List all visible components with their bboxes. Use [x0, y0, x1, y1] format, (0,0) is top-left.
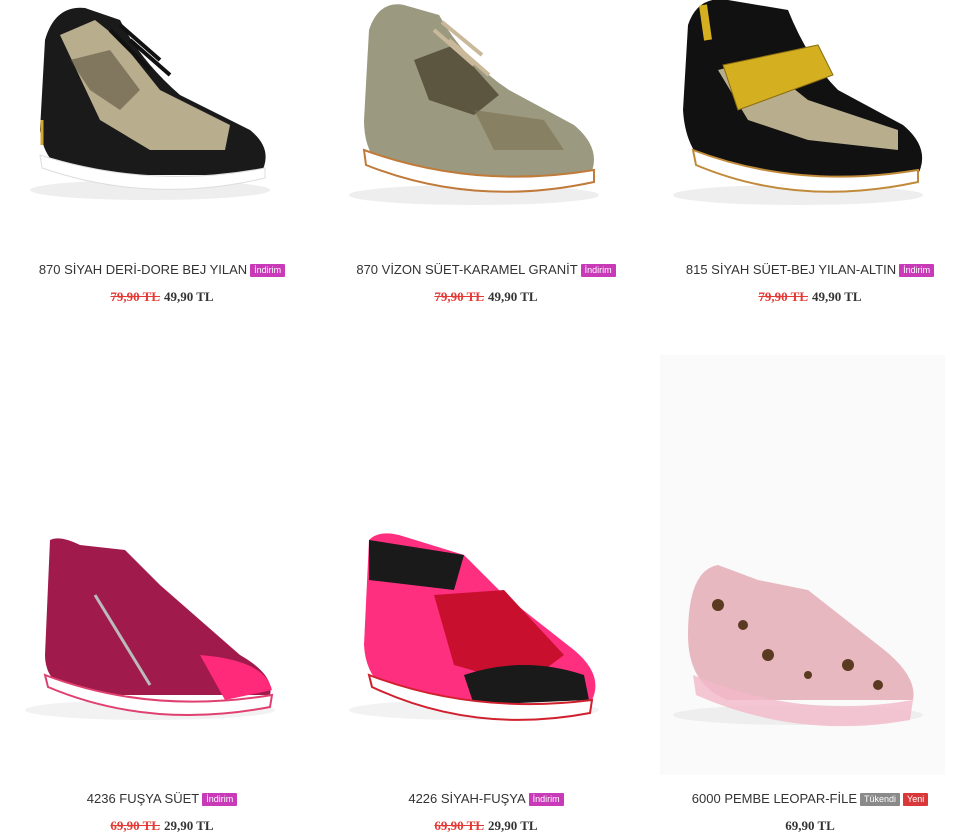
- discount-badge: İndirim: [580, 264, 616, 277]
- price-row: 69,90 TL: [648, 818, 972, 832]
- old-price: 79,90 TL: [434, 289, 484, 304]
- price-row: 69,90 TL 29,90 TL: [324, 818, 648, 832]
- product-name[interactable]: 4226 SİYAH-FUŞYA: [408, 791, 525, 806]
- price-row: 69,90 TL 29,90 TL: [0, 818, 324, 832]
- discount-badge: İndirim: [202, 793, 238, 806]
- product-name[interactable]: 4236 FUŞYA SÜET: [87, 791, 199, 806]
- product-name[interactable]: 815 SİYAH SÜET-BEJ YILAN-ALTIN: [686, 262, 896, 277]
- old-price: 69,90 TL: [110, 818, 160, 832]
- product-image[interactable]: [324, 0, 624, 250]
- product-title-row: 4226 SİYAH-FUŞYA İndirim: [324, 791, 648, 807]
- current-price: 29,90 TL: [488, 818, 538, 832]
- discount-badge: İndirim: [528, 793, 564, 806]
- product-image[interactable]: [0, 0, 300, 250]
- product-title-row: 4236 FUŞYA SÜET İndirim: [0, 791, 324, 807]
- price-row: 79,90 TL 49,90 TL: [0, 289, 324, 305]
- product-title-row: 870 VİZON SÜET-KARAMEL GRANİT İndirim: [324, 262, 648, 278]
- old-price: 69,90 TL: [434, 818, 484, 832]
- product-image[interactable]: [648, 355, 948, 775]
- product-grid: 870 SİYAH DERİ-DORE BEJ YILAN İndirim 79,…: [0, 0, 974, 832]
- product-name[interactable]: 870 VİZON SÜET-KARAMEL GRANİT: [356, 262, 577, 277]
- current-price: 49,90 TL: [488, 289, 538, 304]
- new-badge: Yeni: [903, 793, 929, 806]
- current-price: 29,90 TL: [164, 818, 214, 832]
- product-image[interactable]: [324, 355, 624, 775]
- product-image[interactable]: [648, 0, 948, 250]
- price-row: 79,90 TL 49,90 TL: [648, 289, 972, 305]
- old-price: 79,90 TL: [110, 289, 160, 304]
- current-price: 49,90 TL: [164, 289, 214, 304]
- product-name[interactable]: 870 SİYAH DERİ-DORE BEJ YILAN: [39, 262, 247, 277]
- product-title-row: 870 SİYAH DERİ-DORE BEJ YILAN İndirim: [0, 262, 324, 278]
- sold-out-badge: Tükendi: [860, 793, 901, 806]
- product-image[interactable]: [0, 355, 300, 775]
- price-row: 79,90 TL 49,90 TL: [324, 289, 648, 305]
- product-title-row: 815 SİYAH SÜET-BEJ YILAN-ALTIN İndirim: [648, 262, 972, 278]
- discount-badge: İndirim: [250, 264, 286, 277]
- current-price: 49,90 TL: [812, 289, 862, 304]
- current-price: 69,90 TL: [785, 818, 835, 832]
- discount-badge: İndirim: [899, 264, 935, 277]
- product-name[interactable]: 6000 PEMBE LEOPAR-FİLE: [692, 791, 857, 806]
- old-price: 79,90 TL: [758, 289, 808, 304]
- product-title-row: 6000 PEMBE LEOPAR-FİLE Tükendi Yeni: [648, 791, 972, 807]
